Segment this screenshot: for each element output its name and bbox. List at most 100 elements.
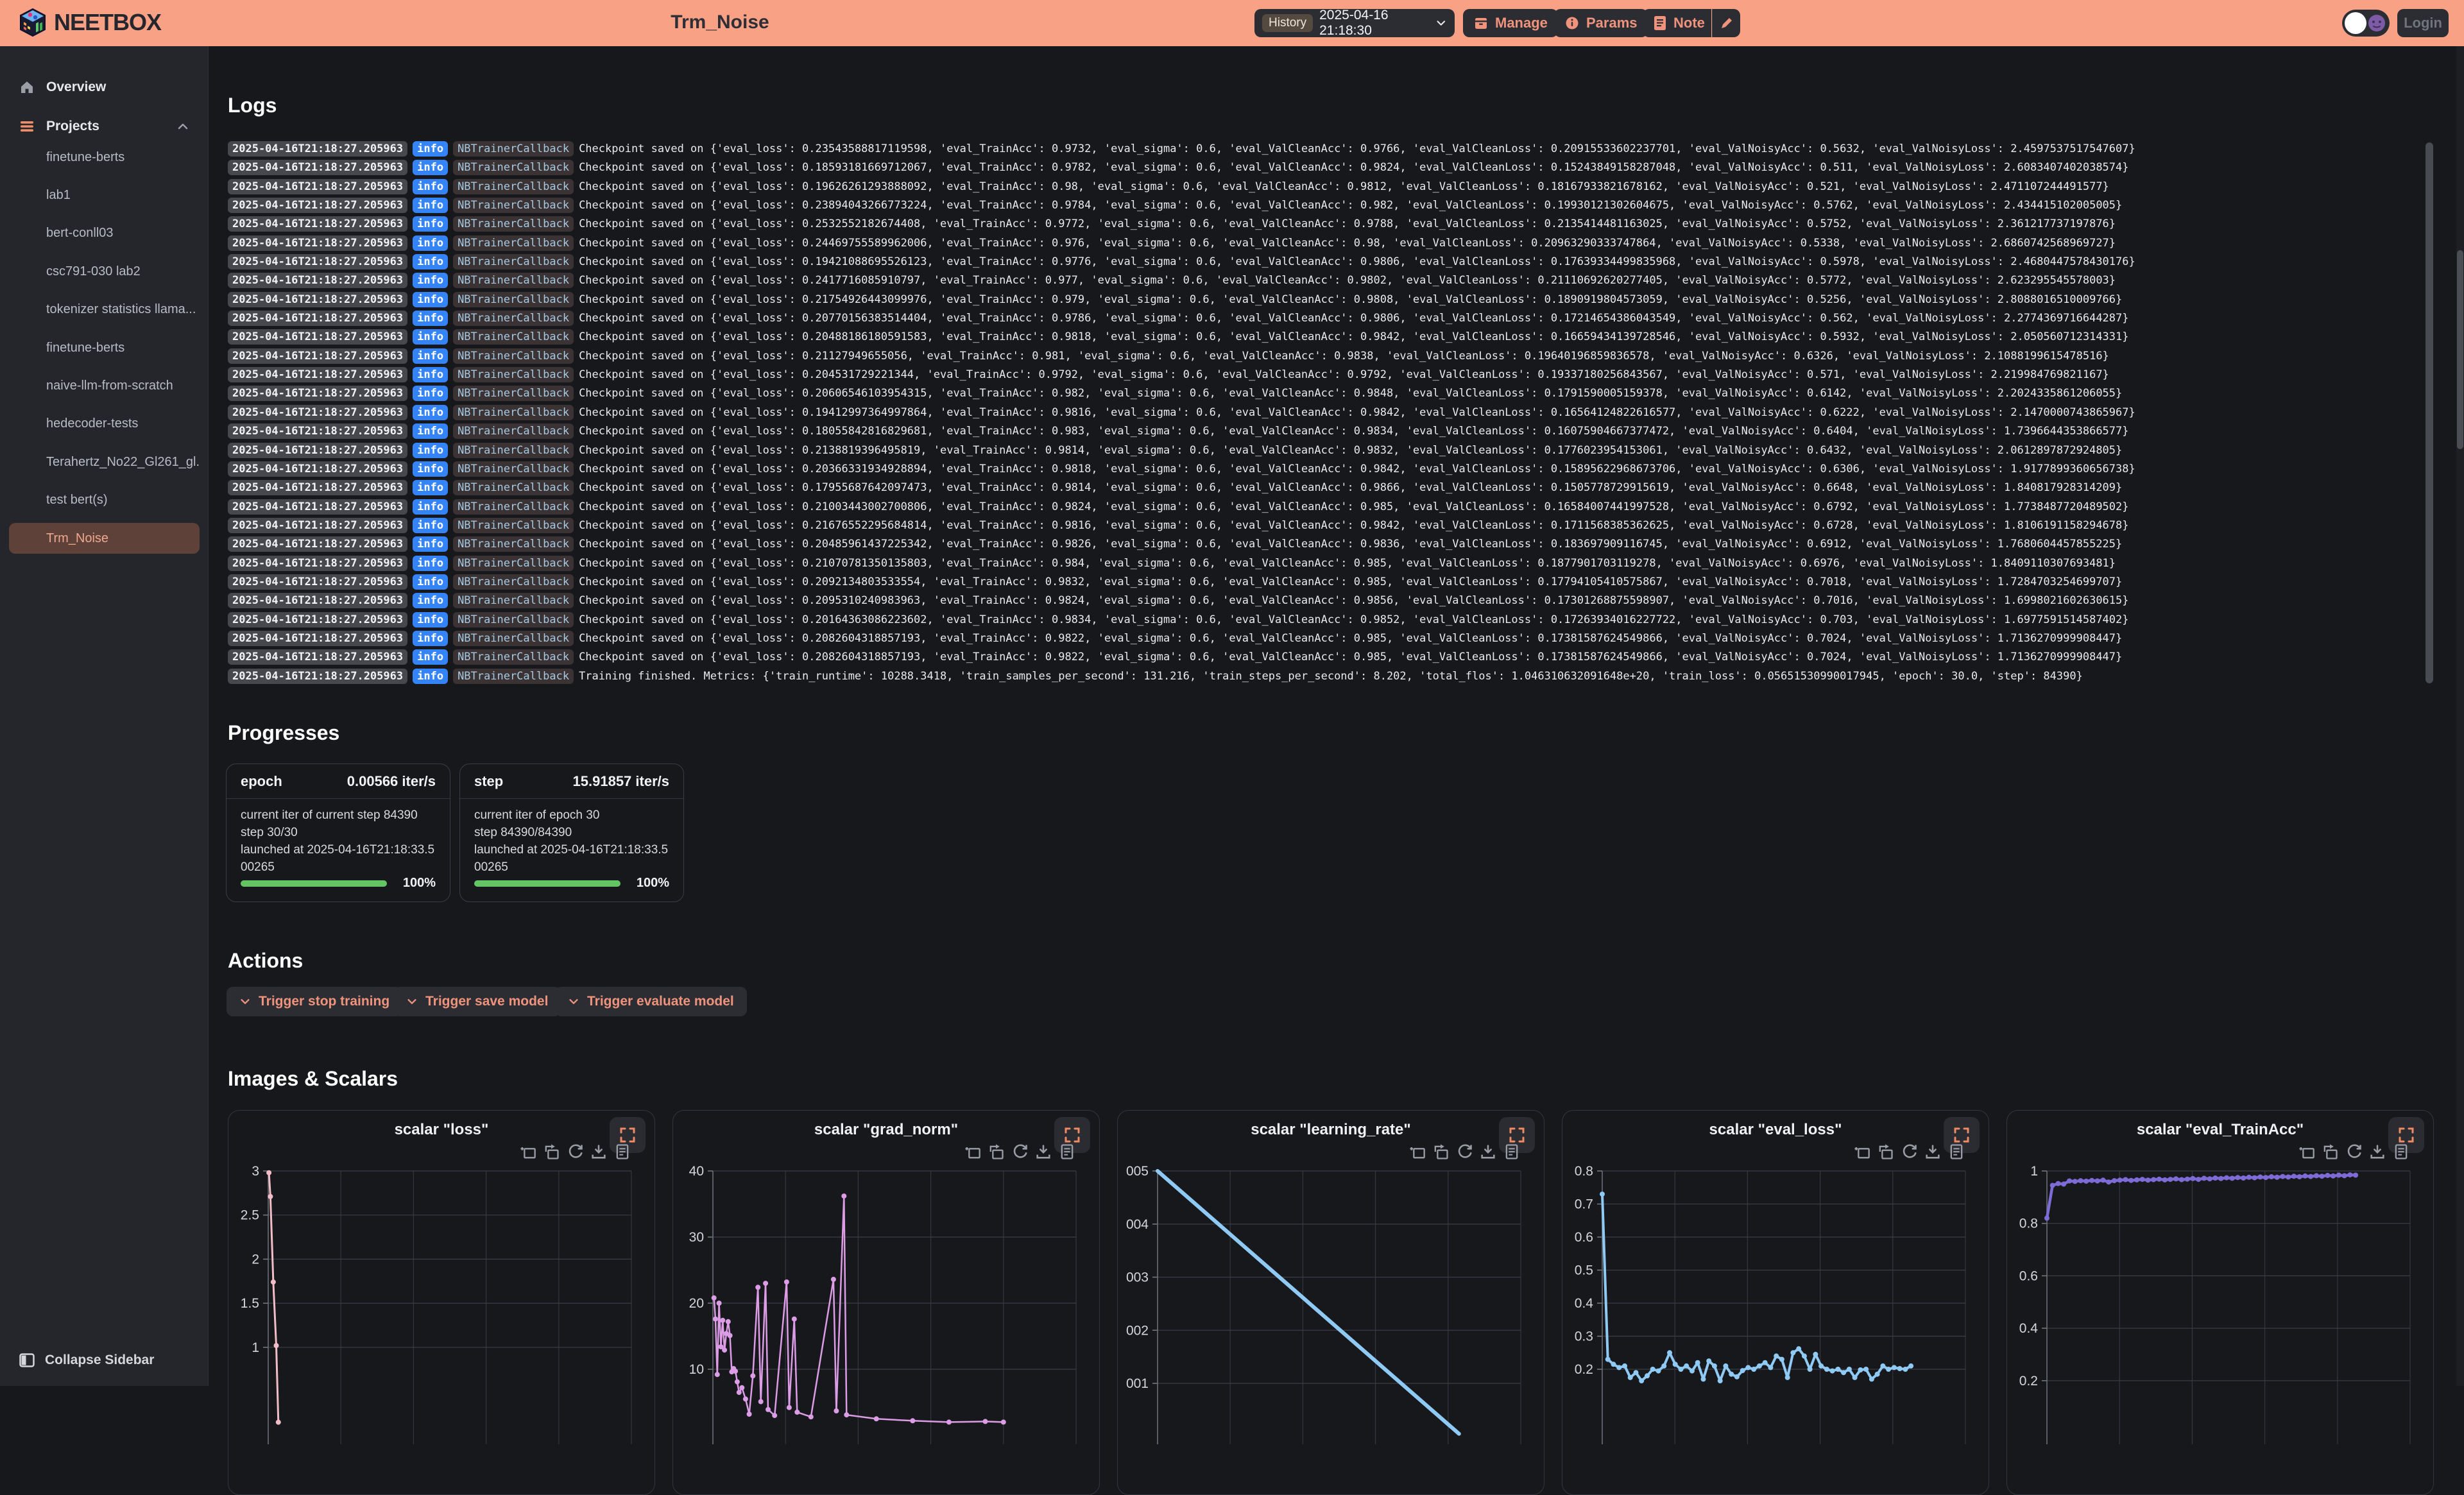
log-timestamp: 2025-04-16T21:18:27.205963	[228, 198, 407, 213]
box-select-icon[interactable]	[963, 1143, 981, 1164]
refresh-icon[interactable]	[566, 1143, 584, 1164]
sidebar-project-item[interactable]: naive-llm-from-scratch	[9, 370, 200, 401]
log-level-badge: info	[413, 631, 448, 646]
action-button[interactable]: Trigger save model	[393, 987, 561, 1016]
chevron-down-icon	[568, 996, 579, 1007]
data-file-icon[interactable]	[2392, 1143, 2410, 1164]
logs-scrollbar[interactable]	[2426, 142, 2433, 683]
refresh-icon[interactable]	[1011, 1143, 1029, 1164]
chart-title: scalar "eval_TrainAcc"	[2007, 1121, 2433, 1139]
pan-select-icon[interactable]	[1876, 1143, 1894, 1164]
y-tick-label: 0.2	[1575, 1362, 1593, 1377]
log-message: Checkpoint saved on {'eval_loss': 0.1942…	[579, 255, 2135, 268]
log-timestamp: 2025-04-16T21:18:27.205963	[228, 141, 407, 157]
download-icon[interactable]	[1479, 1143, 1497, 1164]
action-button[interactable]: Trigger evaluate model	[555, 987, 747, 1016]
log-timestamp: 2025-04-16T21:18:27.205963	[228, 254, 407, 269]
progress-detail-line: current iter of current step 84390	[241, 807, 436, 824]
log-row: 2025-04-16T21:18:27.205963infoNBTrainerC…	[228, 160, 2422, 178]
box-select-icon[interactable]	[1408, 1143, 1426, 1164]
hamburger-icon	[19, 119, 35, 134]
history-label: History	[1262, 14, 1313, 32]
params-button[interactable]: Params	[1554, 9, 1648, 37]
sidebar-project-item[interactable]: finetune-berts	[9, 332, 200, 363]
progress-bar-fill	[241, 880, 387, 887]
sidebar-item-overview[interactable]: Overview	[9, 72, 200, 103]
pan-select-icon[interactable]	[542, 1143, 560, 1164]
log-tag-badge: NBTrainerCallback	[453, 141, 574, 157]
refresh-icon[interactable]	[1900, 1143, 1918, 1164]
sidebar-project-item[interactable]: Trm_Noise	[9, 523, 200, 554]
sidebar-project-item[interactable]: bert-conll03	[9, 218, 200, 249]
refresh-icon[interactable]	[1455, 1143, 1473, 1164]
log-row: 2025-04-16T21:18:27.205963infoNBTrainerC…	[228, 443, 2422, 461]
home-icon	[19, 80, 35, 95]
data-file-icon[interactable]	[613, 1143, 631, 1164]
chevron-up-icon	[176, 120, 189, 133]
log-tag-badge: NBTrainerCallback	[453, 556, 574, 571]
sidebar-project-item[interactable]: test bert(s)	[9, 485, 200, 516]
log-level-badge: info	[413, 329, 448, 345]
chart-plot-area[interactable]: 0.80.70.60.50.40.30.2	[1562, 1162, 1990, 1444]
log-level-badge: info	[413, 669, 448, 684]
action-button[interactable]: Trigger stop training	[227, 987, 402, 1016]
box-select-icon[interactable]	[1852, 1143, 1870, 1164]
data-file-icon[interactable]	[1947, 1143, 1965, 1164]
log-tag-badge: NBTrainerCallback	[453, 160, 574, 175]
manage-button[interactable]: Manage	[1463, 9, 1558, 37]
history-select[interactable]: History 2025-04-16 21:18:30	[1254, 9, 1455, 37]
data-file-icon[interactable]	[1503, 1143, 1521, 1164]
y-tick-label: 0.5	[1575, 1263, 1593, 1278]
refresh-icon[interactable]	[2345, 1143, 2363, 1164]
progress-card-header: step15.91857 iter/s	[460, 764, 683, 799]
brand[interactable]: NEETBOX	[18, 8, 161, 37]
log-message: Checkpoint saved on {'eval_loss': 0.2138…	[579, 444, 2122, 457]
log-row: 2025-04-16T21:18:27.205963infoNBTrainerC…	[228, 329, 2422, 348]
progress-detail-line: launched at 2025-04-16T21:18:33.500265	[474, 841, 669, 876]
log-timestamp: 2025-04-16T21:18:27.205963	[228, 405, 407, 420]
page-scrollbar-thumb[interactable]	[2457, 250, 2463, 449]
login-button[interactable]: Login	[2397, 9, 2449, 37]
note-button[interactable]: Note	[1643, 9, 1711, 37]
edit-note-button[interactable]	[1712, 9, 1740, 37]
log-level-badge: info	[413, 612, 448, 628]
log-timestamp: 2025-04-16T21:18:27.205963	[228, 536, 407, 552]
collapse-sidebar-button[interactable]: Collapse Sidebar	[9, 1346, 200, 1374]
download-icon[interactable]	[1034, 1143, 1052, 1164]
log-timestamp: 2025-04-16T21:18:27.205963	[228, 631, 407, 646]
download-icon[interactable]	[2368, 1143, 2386, 1164]
brand-name: NEETBOX	[54, 9, 161, 36]
pan-select-icon[interactable]	[987, 1143, 1005, 1164]
chart-plot-area[interactable]: 40302010	[673, 1162, 1100, 1444]
log-tag-badge: NBTrainerCallback	[453, 423, 574, 439]
chevron-down-icon	[1435, 17, 1447, 30]
log-level-badge: info	[413, 405, 448, 420]
chart-toolbar	[518, 1143, 631, 1164]
sidebar-item-projects[interactable]: Projects	[9, 111, 200, 142]
progress-bar-track	[241, 880, 387, 887]
download-icon[interactable]	[590, 1143, 608, 1164]
page-title: Trm_Noise	[656, 12, 784, 33]
data-file-icon[interactable]	[1058, 1143, 1076, 1164]
pan-select-icon[interactable]	[1432, 1143, 1450, 1164]
chart-plot-area[interactable]: 005004003002001	[1118, 1162, 1545, 1444]
chevron-down-icon	[239, 996, 251, 1007]
chart-plot-area[interactable]: 32.521.51	[228, 1162, 656, 1444]
sidebar-project-item[interactable]: tokenizer statistics llama...	[9, 295, 200, 325]
theme-toggle[interactable]	[2342, 10, 2390, 37]
sidebar-project-item[interactable]: Terahertz_No22_Gl261_gl...	[9, 447, 200, 477]
sidebar-project-item[interactable]: lab1	[9, 180, 200, 210]
sidebar-project-item[interactable]: finetune-berts	[9, 142, 200, 173]
log-row: 2025-04-16T21:18:27.205963infoNBTrainerC…	[228, 292, 2422, 311]
chart-title: scalar "learning_rate"	[1118, 1121, 1544, 1139]
box-select-icon[interactable]	[518, 1143, 536, 1164]
log-level-badge: info	[413, 179, 448, 194]
log-level-badge: info	[413, 311, 448, 326]
chart-plot-area[interactable]: 10.80.60.40.2	[2007, 1162, 2434, 1444]
download-icon[interactable]	[1924, 1143, 1942, 1164]
sidebar-project-item[interactable]: hedecoder-tests	[9, 409, 200, 440]
log-tag-badge: NBTrainerCallback	[453, 367, 574, 382]
sidebar-project-item[interactable]: csc791-030 lab2	[9, 256, 200, 287]
box-select-icon[interactable]	[2297, 1143, 2315, 1164]
pan-select-icon[interactable]	[2321, 1143, 2339, 1164]
